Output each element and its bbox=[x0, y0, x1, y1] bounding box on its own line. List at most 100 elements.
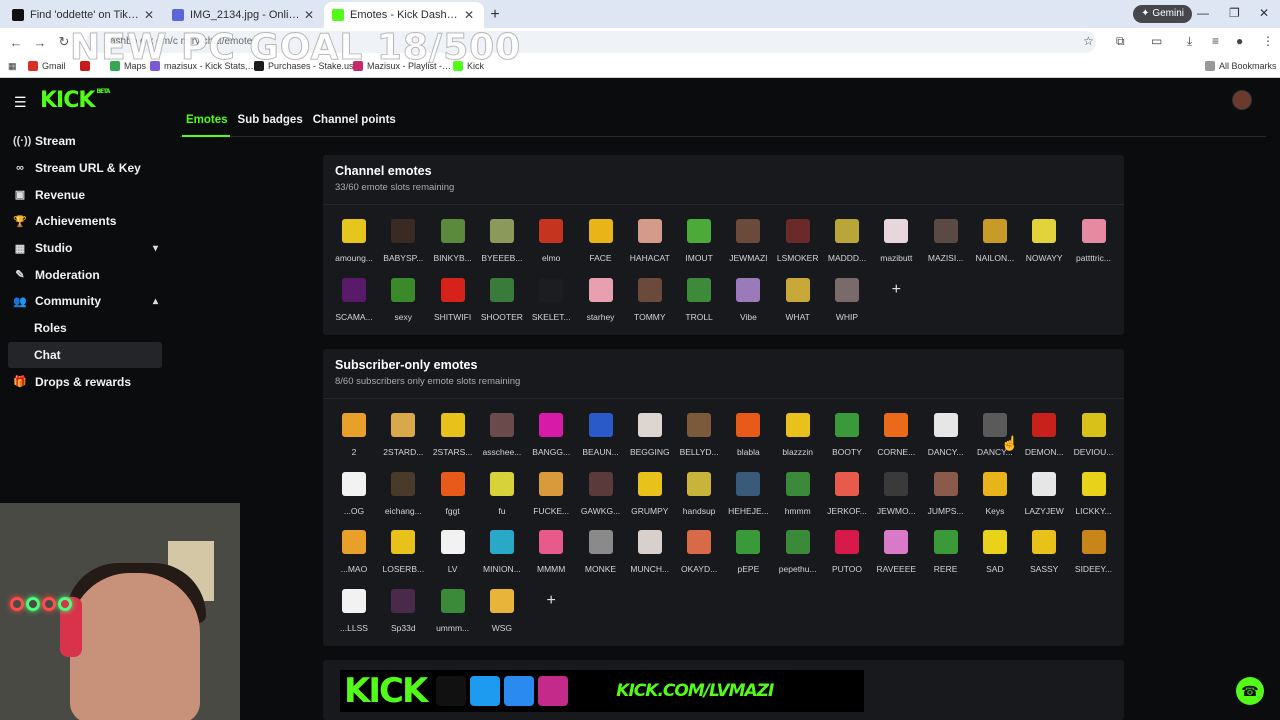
sidebar-item-community[interactable]: 👥 Community ▴ bbox=[0, 288, 170, 315]
emote-image[interactable] bbox=[391, 277, 416, 302]
emote-item[interactable]: MADDD... bbox=[822, 217, 871, 275]
emote-image[interactable] bbox=[1032, 413, 1057, 437]
sidebar-item-achievements[interactable]: 🏆 Achievements bbox=[0, 208, 170, 235]
sidebar-item-revenue[interactable]: ▣ Revenue bbox=[0, 181, 170, 208]
emote-item[interactable]: handsup bbox=[674, 470, 723, 528]
emote-image[interactable] bbox=[489, 589, 514, 614]
restore-icon[interactable]: ❐ bbox=[1229, 6, 1240, 20]
emote-item[interactable]: asschee... bbox=[477, 411, 526, 469]
emote-item[interactable]: ummm... bbox=[428, 587, 477, 645]
emote-image[interactable] bbox=[539, 277, 564, 302]
sidebar-item-stream-url-key[interactable]: ∞ Stream URL & Key bbox=[0, 155, 170, 182]
emote-image[interactable] bbox=[637, 219, 662, 243]
emote-image[interactable] bbox=[588, 413, 613, 437]
emote-item[interactable]: WHAT bbox=[773, 276, 822, 334]
emote-item[interactable]: JUMPS... bbox=[921, 470, 970, 528]
emote-item[interactable]: Vibe bbox=[723, 276, 772, 334]
emote-image[interactable] bbox=[687, 219, 712, 243]
emote-image[interactable] bbox=[489, 277, 514, 302]
browser-tab[interactable]: Emotes - Kick Dashboard✕ bbox=[324, 2, 484, 28]
tab-sub-badges[interactable]: Sub badges bbox=[238, 114, 303, 126]
emote-item[interactable]: pepethu... bbox=[773, 528, 822, 586]
add-emote-button[interactable]: + bbox=[884, 278, 908, 302]
bookmark-item[interactable]: Gmail bbox=[28, 61, 66, 71]
emote-item[interactable]: LICKKY... bbox=[1069, 470, 1118, 528]
emote-image[interactable] bbox=[982, 413, 1007, 437]
emote-image[interactable] bbox=[1032, 219, 1057, 243]
emote-item[interactable]: OKAYD... bbox=[674, 528, 723, 586]
emote-image[interactable] bbox=[637, 277, 662, 302]
emote-item[interactable]: NOWAYY bbox=[1019, 217, 1068, 275]
emote-image[interactable] bbox=[1081, 471, 1106, 496]
bookmark-star-icon[interactable]: ☆ bbox=[1083, 34, 1094, 48]
emote-item[interactable]: MINION... bbox=[477, 528, 526, 586]
add-emote-button[interactable]: + bbox=[539, 589, 563, 613]
emote-image[interactable] bbox=[391, 471, 416, 496]
emote-image[interactable] bbox=[785, 471, 810, 496]
emote-image[interactable] bbox=[1032, 471, 1057, 496]
emote-image[interactable] bbox=[489, 413, 514, 437]
emote-item[interactable]: FACE bbox=[576, 217, 625, 275]
forward-icon[interactable]: → bbox=[28, 35, 52, 50]
emote-image[interactable] bbox=[588, 219, 613, 243]
emote-item[interactable]: RERE bbox=[921, 528, 970, 586]
emote-image[interactable] bbox=[588, 471, 613, 496]
emote-item[interactable]: MUNCH... bbox=[625, 528, 674, 586]
emote-image[interactable] bbox=[687, 413, 712, 437]
emote-item[interactable]: JERKOF... bbox=[822, 470, 871, 528]
emote-image[interactable] bbox=[785, 530, 810, 555]
emote-image[interactable] bbox=[440, 530, 465, 555]
emote-item[interactable]: fggt bbox=[428, 470, 477, 528]
emote-image[interactable] bbox=[391, 530, 416, 555]
emote-item[interactable]: Sp33d bbox=[378, 587, 427, 645]
emote-item[interactable]: GAWKG... bbox=[576, 470, 625, 528]
close-window-icon[interactable]: ✕ bbox=[1259, 6, 1269, 20]
emote-item[interactable]: Keys bbox=[970, 470, 1019, 528]
emote-image[interactable] bbox=[687, 471, 712, 496]
emote-image[interactable] bbox=[736, 413, 761, 437]
close-tab-icon[interactable]: ✕ bbox=[302, 8, 316, 22]
emote-item[interactable]: HAHACAT bbox=[625, 217, 674, 275]
emote-item[interactable]: BANGG... bbox=[526, 411, 575, 469]
emote-item[interactable]: ...MAO bbox=[329, 528, 378, 586]
emote-image[interactable] bbox=[933, 413, 958, 437]
emote-item[interactable]: TOMMY bbox=[625, 276, 674, 334]
emote-item[interactable]: WHIP bbox=[822, 276, 871, 334]
emote-image[interactable] bbox=[637, 471, 662, 496]
emote-item[interactable]: MMMM bbox=[526, 528, 575, 586]
emote-image[interactable] bbox=[1081, 530, 1106, 555]
chevron-icon[interactable]: ▾ bbox=[153, 243, 158, 254]
emote-item[interactable]: JEWMO... bbox=[871, 470, 920, 528]
emote-image[interactable] bbox=[342, 277, 366, 302]
emote-item[interactable]: PUTOO bbox=[822, 528, 871, 586]
emote-item[interactable]: fu bbox=[477, 470, 526, 528]
emote-image[interactable] bbox=[687, 530, 712, 555]
emote-item[interactable]: BABYSP... bbox=[378, 217, 427, 275]
emote-image[interactable] bbox=[440, 589, 465, 614]
emote-item[interactable]: LOSERB... bbox=[378, 528, 427, 586]
emote-item[interactable]: LSMOKER bbox=[773, 217, 822, 275]
emote-image[interactable] bbox=[835, 277, 859, 302]
new-tab-button[interactable]: + bbox=[484, 2, 506, 28]
emote-item[interactable]: amoung... bbox=[329, 217, 378, 275]
emote-item[interactable]: SKELET... bbox=[526, 276, 575, 334]
emote-item[interactable]: sexy bbox=[378, 276, 427, 334]
tab-emotes[interactable]: Emotes bbox=[186, 114, 228, 126]
emote-image[interactable] bbox=[1081, 413, 1106, 437]
back-icon[interactable]: ← bbox=[4, 35, 28, 50]
emote-image[interactable] bbox=[982, 219, 1007, 243]
emote-item[interactable]: IMOUT bbox=[674, 217, 723, 275]
emote-item[interactable]: MAZISI... bbox=[921, 217, 970, 275]
emote-item[interactable]: 2STARD... bbox=[378, 411, 427, 469]
user-avatar[interactable] bbox=[1232, 90, 1252, 110]
emote-item[interactable]: BINKYB... bbox=[428, 217, 477, 275]
emote-image[interactable] bbox=[637, 530, 662, 555]
emote-item[interactable]: SHOOTER bbox=[477, 276, 526, 334]
emote-image[interactable] bbox=[933, 471, 958, 496]
emote-image[interactable] bbox=[687, 277, 712, 302]
emote-image[interactable] bbox=[342, 530, 366, 555]
emote-image[interactable] bbox=[440, 219, 465, 243]
emote-item[interactable]: NAILON... bbox=[970, 217, 1019, 275]
download-icon[interactable]: ⤓ bbox=[1187, 34, 1192, 49]
menu-dots-icon[interactable]: ⋮ bbox=[1262, 34, 1274, 48]
